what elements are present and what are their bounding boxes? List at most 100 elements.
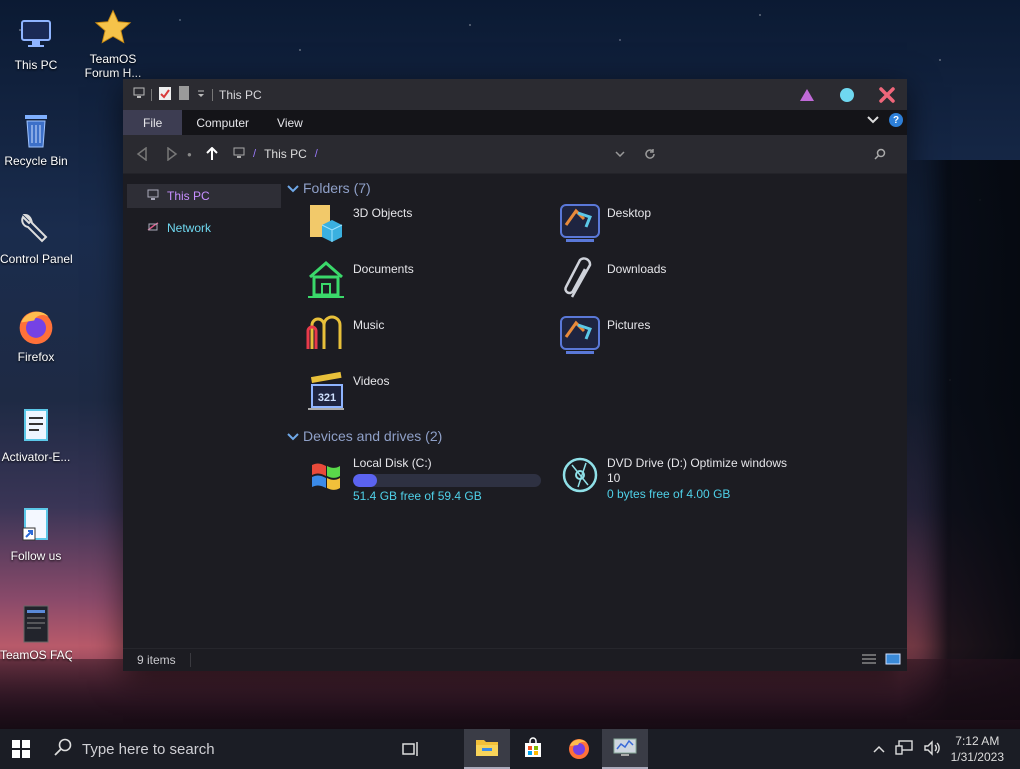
folder-tile[interactable]: Documents [303, 256, 557, 312]
network-icon [147, 221, 159, 236]
nav-item-label: This PC [167, 189, 210, 203]
taskbar-file-explorer[interactable] [464, 729, 510, 769]
this-pc-small-icon [233, 147, 245, 162]
monitor-app-icon [613, 737, 637, 760]
folder-name: Music [353, 318, 385, 332]
desktop-icon-teamos-faq[interactable]: TeamOS FAQ [0, 604, 72, 662]
start-button[interactable] [0, 729, 42, 769]
nav-item-this-pc[interactable]: This PC [127, 184, 281, 208]
recent-locations-icon[interactable]: ● [187, 150, 197, 159]
star-icon [93, 8, 133, 48]
properties-icon[interactable] [158, 85, 172, 104]
search-placeholder: Type here to search [82, 740, 215, 758]
ribbon-tabs: File Computer View ? [123, 110, 907, 135]
drives-group-header[interactable]: Devices and drives (2) [287, 424, 907, 448]
up-button[interactable] [197, 139, 227, 169]
folder-icon [475, 737, 499, 760]
desktop-icon-firefox[interactable]: Firefox [0, 306, 72, 364]
folder-name: Videos [353, 374, 390, 388]
tab-computer[interactable]: Computer [182, 110, 263, 135]
folder-name: 3D Objects [353, 206, 413, 220]
folder-tile[interactable]: Pictures [557, 312, 811, 368]
taskbar-store[interactable] [510, 729, 556, 769]
firefox-icon [16, 306, 56, 346]
address-toolbar: ● / This PC / [123, 135, 907, 174]
wallpaper-trees [900, 160, 1020, 720]
drive-free-space: 0 bytes free of 4.00 GB [607, 487, 731, 501]
customize-qat-icon[interactable] [196, 88, 206, 102]
pictures-icon [557, 312, 603, 358]
search-icon[interactable] [865, 139, 895, 169]
back-button[interactable] [127, 139, 157, 169]
breadcrumb-separator: / [253, 148, 257, 160]
desktop-icon-control-panel[interactable]: Control Panel [0, 208, 72, 266]
help-icon[interactable]: ? [889, 113, 903, 127]
folder-tile[interactable]: 3D Objects [303, 200, 557, 256]
refresh-icon[interactable] [635, 139, 665, 169]
taskbar-app-monitor[interactable] [602, 729, 648, 769]
taskbar-firefox[interactable] [556, 729, 602, 769]
breadcrumb[interactable]: / This PC / [233, 147, 318, 162]
status-bar: 9 items [123, 648, 907, 671]
desktop-icon-label: TeamOS Forum H... [84, 52, 142, 80]
desktop-icon-teamos-forum[interactable]: TeamOS Forum H... [77, 8, 149, 80]
group-title: Folders (7) [303, 180, 371, 196]
search-icon [54, 738, 72, 760]
new-folder-icon[interactable] [178, 85, 190, 104]
clock[interactable]: 7:12 AM 1/31/2023 [951, 733, 1004, 765]
drive-tile-d[interactable]: DVD Drive (D:) Optimize windows 10 0 byt… [557, 452, 811, 516]
clock-date: 1/31/2023 [950, 750, 1004, 764]
taskbar: Type here to search 7:12 AM 1/31/2023 [0, 729, 1020, 769]
maximize-button[interactable] [827, 79, 867, 110]
drive-free-space: 51.4 GB free of 59.4 GB [353, 489, 482, 503]
desktop-folder-icon [557, 200, 603, 246]
wrench-icon [16, 208, 56, 248]
volume-icon[interactable] [923, 739, 941, 759]
nav-item-label: Network [167, 221, 212, 235]
navigation-pane: This PC Network [123, 174, 283, 650]
breadcrumb-item[interactable]: This PC [264, 147, 307, 161]
address-dropdown-icon[interactable] [605, 139, 635, 169]
group-title: Devices and drives (2) [303, 428, 443, 444]
minimize-button[interactable] [787, 79, 827, 110]
drive-tile-c[interactable]: Local Disk (C:) 51.4 GB free of 59.4 GB [303, 452, 557, 516]
clock-time: 7:12 AM [955, 734, 1000, 748]
folder-name: Pictures [607, 318, 651, 332]
divider [151, 88, 152, 101]
folders-group-header[interactable]: Folders (7) [287, 176, 907, 200]
faq-document-icon [16, 604, 56, 644]
firefox-icon [567, 736, 591, 763]
chevron-up-icon[interactable] [873, 742, 885, 756]
desktop-icon-activator[interactable]: Activator-E... [0, 406, 72, 464]
dvd-drive-icon [557, 452, 603, 498]
videos-icon: 321 [303, 368, 349, 414]
folder-tile[interactable]: Desktop [557, 200, 811, 256]
forward-button[interactable] [157, 139, 187, 169]
chevron-down-icon [287, 180, 299, 196]
tab-view[interactable]: View [263, 110, 317, 135]
desktop-icon-follow-us[interactable]: Follow us [0, 505, 72, 563]
desktop-icon-this-pc[interactable]: This PC [0, 14, 72, 72]
breadcrumb-separator[interactable]: / [315, 148, 318, 160]
document-icon [16, 406, 56, 446]
3d-objects-icon [303, 200, 349, 246]
drive-name: DVD Drive (D:) Optimize windows 10 [607, 456, 788, 485]
expand-ribbon-icon[interactable] [867, 113, 879, 127]
title-bar[interactable]: This PC [123, 79, 907, 110]
desktop-icon-recycle-bin[interactable]: Recycle Bin [0, 110, 72, 168]
folder-tile[interactable]: Music [303, 312, 557, 368]
close-button[interactable] [867, 79, 907, 110]
task-view-button[interactable] [388, 729, 434, 769]
content-pane: Folders (7) 3D Objects Desktop Documents [283, 174, 907, 650]
tab-file[interactable]: File [123, 110, 183, 135]
taskbar-search[interactable]: Type here to search [42, 729, 384, 769]
folder-tile[interactable]: Downloads [557, 256, 811, 312]
network-icon[interactable] [894, 739, 913, 759]
details-view-icon[interactable] [861, 653, 877, 668]
quick-access-toolbar [133, 85, 213, 104]
large-icons-view-icon[interactable] [885, 653, 901, 668]
nav-item-network[interactable]: Network [127, 216, 281, 240]
store-icon [522, 736, 544, 762]
folder-tile[interactable]: 321 Videos [303, 368, 557, 424]
desktop-icon-label: Follow us [10, 549, 62, 563]
